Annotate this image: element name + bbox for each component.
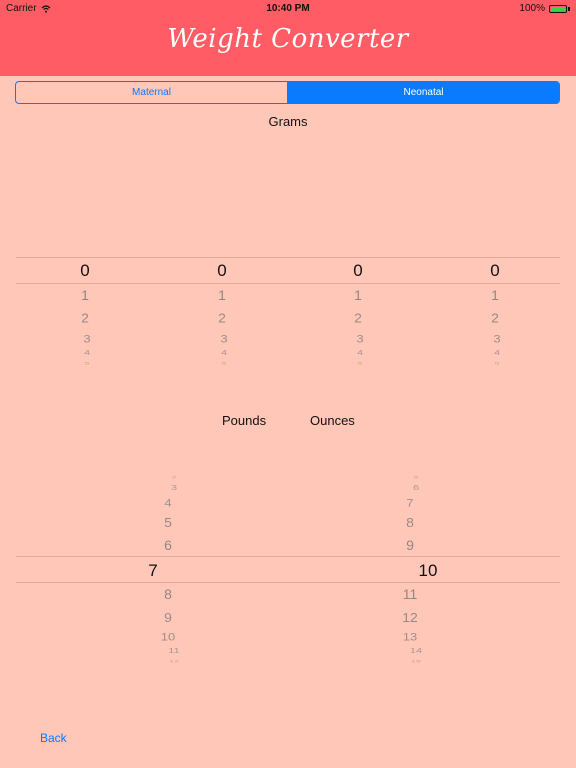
- pounds-option[interactable]: 9: [138, 609, 198, 624]
- grams-digit-1-option[interactable]: 1: [55, 287, 115, 303]
- grams-digit-3-option[interactable]: 5: [330, 361, 390, 366]
- status-time: 10:40 PM: [266, 3, 310, 14]
- grams-digit-3-option[interactable]: 2: [328, 310, 388, 325]
- status-right: 100%: [519, 3, 570, 14]
- grams-digit-2-option[interactable]: 1: [192, 287, 252, 303]
- grams-digit-2-option[interactable]: 4: [194, 349, 254, 357]
- grams-digit-1-option[interactable]: 4: [57, 349, 117, 357]
- grams-digit-4-option[interactable]: 1: [465, 287, 525, 303]
- ounces-option[interactable]: 6: [386, 484, 446, 492]
- lboz-picker-top-line: [16, 556, 560, 557]
- pounds-option[interactable]: 2: [144, 475, 204, 480]
- grams-digit-4-option[interactable]: 2: [465, 310, 525, 325]
- pounds-option[interactable]: 3: [144, 484, 204, 492]
- ounces-label: Ounces: [310, 413, 355, 428]
- grams-digit-4-option[interactable]: 3: [467, 332, 527, 345]
- grams-digit-2-option[interactable]: 2: [192, 310, 252, 325]
- grams-digit-3-option[interactable]: 4: [330, 349, 390, 357]
- back-button[interactable]: Back: [40, 731, 67, 745]
- grams-digit-3-selected[interactable]: 0: [328, 261, 388, 281]
- pounds-option[interactable]: 4: [138, 496, 198, 509]
- ounces-option[interactable]: 11: [380, 586, 440, 602]
- grams-digit-2-option[interactable]: 3: [194, 332, 254, 345]
- grams-digit-1-option[interactable]: 2: [55, 310, 115, 325]
- ounces-option[interactable]: 14: [386, 647, 446, 655]
- mode-segmented-control[interactable]: Maternal Neonatal: [15, 81, 560, 104]
- segment-maternal[interactable]: Maternal: [16, 82, 288, 103]
- grams-digit-4-option[interactable]: 4: [467, 349, 527, 357]
- page-title: Weight Converter: [167, 24, 409, 54]
- grams-digit-2-selected[interactable]: 0: [192, 261, 252, 281]
- grams-digit-3-option[interactable]: 1: [328, 287, 388, 303]
- lboz-picker-bottom-line: [16, 582, 560, 583]
- pounds-option[interactable]: 5: [138, 514, 198, 529]
- battery-icon: [549, 4, 567, 13]
- ounces-option[interactable]: 5: [386, 475, 446, 480]
- grams-digit-1-option[interactable]: 3: [57, 332, 117, 345]
- battery-tip: [568, 6, 570, 11]
- pounds-option[interactable]: 10: [138, 630, 198, 643]
- ounces-option[interactable]: 13: [380, 630, 440, 643]
- battery-percent: 100%: [519, 3, 545, 14]
- pounds-option[interactable]: 6: [138, 537, 198, 553]
- ounces-option[interactable]: 7: [380, 496, 440, 509]
- pounds-selected[interactable]: 7: [123, 561, 183, 581]
- pounds-option[interactable]: 12: [144, 659, 204, 664]
- ounces-option[interactable]: 15: [386, 659, 446, 664]
- navigation-header: Carrier 10:40 PM 100% Weight Converter: [0, 0, 576, 76]
- pounds-option[interactable]: 8: [138, 586, 198, 602]
- grams-digit-4-option[interactable]: 5: [467, 361, 527, 366]
- ounces-option[interactable]: 12: [380, 609, 440, 624]
- segment-neonatal[interactable]: Neonatal: [288, 82, 559, 103]
- grams-label: Grams: [268, 114, 308, 129]
- grams-digit-1-selected[interactable]: 0: [55, 261, 115, 281]
- pounds-option[interactable]: 11: [144, 647, 204, 655]
- ounces-selected[interactable]: 10: [398, 561, 458, 581]
- ounces-option[interactable]: 9: [380, 537, 440, 553]
- ounces-option[interactable]: 8: [380, 514, 440, 529]
- status-bar: Carrier 10:40 PM 100%: [0, 0, 576, 16]
- pounds-label: Pounds: [222, 413, 267, 428]
- grams-digit-2-option[interactable]: 5: [194, 361, 254, 366]
- grams-digit-4-selected[interactable]: 0: [465, 261, 525, 281]
- grams-digit-3-option[interactable]: 3: [330, 332, 390, 345]
- grams-digit-1-option[interactable]: 5: [57, 361, 117, 366]
- grams-picker-bottom-line: [16, 283, 560, 284]
- grams-picker-top-line: [16, 257, 560, 258]
